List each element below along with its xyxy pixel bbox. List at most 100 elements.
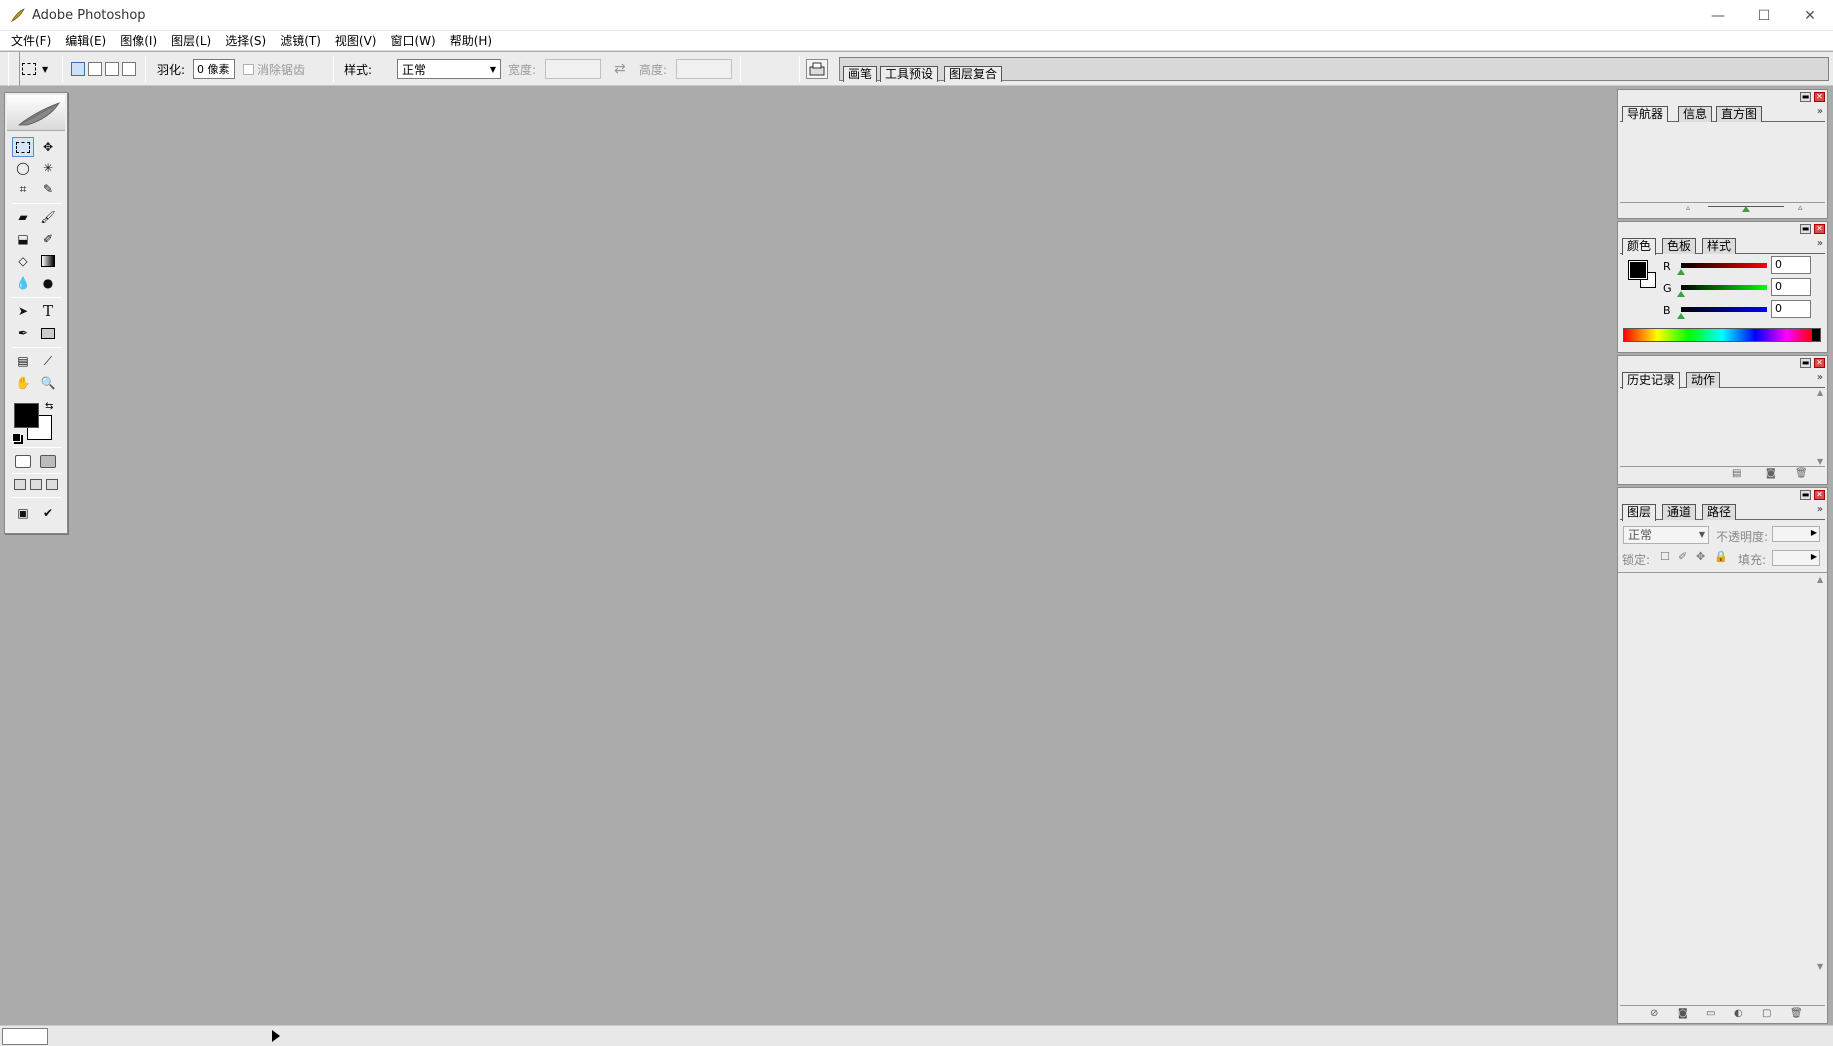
panel-menu-icon[interactable]: » <box>1817 106 1823 117</box>
eyedropper-tool[interactable]: ⟋ <box>37 351 59 371</box>
crop-tool[interactable]: ⌗ <box>12 179 34 199</box>
tab-color[interactable]: 颜色 <box>1622 238 1657 255</box>
add-to-selection-button[interactable] <box>88 62 102 76</box>
screen-mode-full-button[interactable] <box>46 479 58 490</box>
zoom-in-icon[interactable]: ▵ <box>1798 203 1803 213</box>
move-tool[interactable]: ✥ <box>37 137 59 157</box>
rect-marquee-tool[interactable] <box>12 137 34 157</box>
antialias-checkbox[interactable] <box>243 63 254 75</box>
tab-layers[interactable]: 图层 <box>1622 504 1657 521</box>
new-selection-button[interactable] <box>71 62 85 76</box>
toolbox-header[interactable] <box>7 95 65 131</box>
lock-transparent-icon[interactable]: ☐ <box>1660 550 1670 563</box>
opacity-input[interactable]: ▶ <box>1772 526 1820 542</box>
dodge-tool[interactable]: ● <box>37 273 59 293</box>
panel-close-button[interactable]: ✕ <box>1814 92 1825 102</box>
new-set-icon[interactable]: ▭ <box>1706 1008 1715 1019</box>
tab-info[interactable]: 信息 <box>1678 106 1713 122</box>
scroll-down-icon[interactable]: ▼ <box>1817 457 1823 466</box>
red-value-input[interactable]: 0 <box>1771 256 1811 274</box>
feather-input[interactable]: 0 像素 <box>193 59 235 79</box>
menu-image[interactable]: 图像(I) <box>113 32 164 49</box>
tab-histogram[interactable]: 直方图 <box>1716 106 1763 122</box>
menu-view[interactable]: 视图(V) <box>328 32 384 49</box>
style-select[interactable]: 正常 ▼ <box>397 59 501 79</box>
lock-all-icon[interactable]: 🔒 <box>1714 550 1728 563</box>
type-tool[interactable]: T <box>37 301 59 321</box>
palette-well-tab-tool-presets[interactable]: 工具预设 <box>880 66 939 82</box>
panel-menu-icon[interactable]: » <box>1817 504 1823 515</box>
link-icon[interactable]: ⊘ <box>1650 1008 1658 1019</box>
menu-help[interactable]: 帮助(H) <box>443 32 499 49</box>
scroll-up-icon[interactable]: ▲ <box>1817 575 1823 584</box>
tab-styles[interactable]: 样式 <box>1702 238 1737 254</box>
menu-select[interactable]: 选择(S) <box>218 32 273 49</box>
menu-file[interactable]: 文件(F) <box>4 32 58 49</box>
color-spectrum-bar[interactable] <box>1623 328 1821 342</box>
trash-icon[interactable]: 🗑 <box>1795 468 1808 479</box>
clone-stamp-tool[interactable]: ⬓ <box>12 229 34 249</box>
file-browser-button[interactable] <box>806 59 828 79</box>
swap-colors-icon[interactable]: ⇆ <box>45 401 53 412</box>
green-slider[interactable] <box>1681 285 1767 290</box>
add-mask-icon[interactable]: ◙ <box>1678 1008 1688 1019</box>
path-selection-tool[interactable]: ➤ <box>12 301 34 321</box>
screen-mode-menubar-button[interactable] <box>30 479 42 490</box>
palette-well-tab-brushes[interactable]: 画笔 <box>843 66 878 82</box>
standard-mode-button[interactable] <box>12 451 34 471</box>
blue-value-input[interactable]: 0 <box>1771 300 1811 318</box>
panel-close-button[interactable]: ✕ <box>1814 490 1825 500</box>
layers-scrollbar[interactable]: ▲ ▼ <box>1815 573 1827 973</box>
tool-preset-picker[interactable]: ▼ <box>22 63 48 75</box>
zoom-out-icon[interactable]: ▵ <box>1686 203 1690 212</box>
notes-tool[interactable]: ▤ <box>12 351 34 371</box>
minimize-button[interactable]: — <box>1695 0 1741 31</box>
hand-tool[interactable]: ✋ <box>12 373 34 393</box>
brush-tool[interactable]: 🖌 <box>37 207 59 227</box>
panel-minimize-button[interactable]: ▬ <box>1800 490 1811 500</box>
blur-tool[interactable]: 💧 <box>12 273 34 293</box>
color-fg-swatch[interactable] <box>1628 260 1648 280</box>
options-grip[interactable] <box>8 52 20 86</box>
magic-wand-tool[interactable]: ✳ <box>37 158 59 178</box>
maximize-button[interactable]: ☐ <box>1741 0 1787 31</box>
rectangle-tool[interactable] <box>37 323 59 343</box>
menu-window[interactable]: 窗口(W) <box>383 32 442 49</box>
red-slider[interactable] <box>1681 263 1767 268</box>
panel-close-button[interactable]: ✕ <box>1814 224 1825 234</box>
trash-icon[interactable]: 🗑 <box>1790 1008 1803 1019</box>
panel-menu-icon[interactable]: » <box>1817 238 1823 249</box>
menu-layer[interactable]: 图层(L) <box>164 32 218 49</box>
panel-minimize-button[interactable]: ▬ <box>1800 92 1811 102</box>
panel-menu-icon[interactable]: » <box>1817 372 1823 383</box>
tab-actions[interactable]: 动作 <box>1686 372 1721 388</box>
lock-image-icon[interactable]: ✐ <box>1678 550 1687 563</box>
history-brush-tool[interactable]: ✐ <box>37 229 59 249</box>
tab-channels[interactable]: 通道 <box>1662 504 1697 520</box>
panel-minimize-button[interactable]: ▬ <box>1800 358 1811 368</box>
lock-position-icon[interactable]: ✥ <box>1696 550 1705 563</box>
eraser-tool[interactable]: ◇ <box>12 251 34 271</box>
intersect-selection-button[interactable] <box>122 62 136 76</box>
subtract-from-selection-button[interactable] <box>105 62 119 76</box>
screen-mode-standard-button[interactable] <box>14 479 26 490</box>
width-input[interactable] <box>545 59 601 79</box>
lasso-tool[interactable]: ◯ <box>12 158 34 178</box>
tab-paths[interactable]: 路径 <box>1702 504 1737 520</box>
scroll-down-icon[interactable]: ▼ <box>1817 962 1823 971</box>
green-value-input[interactable]: 0 <box>1771 278 1811 296</box>
adjustment-layer-icon[interactable]: ◐ <box>1734 1008 1743 1019</box>
gradient-tool[interactable] <box>37 251 59 271</box>
pen-tool[interactable]: ✒ <box>12 323 34 343</box>
palette-well-tab-layer-comps[interactable]: 图层复合 <box>944 66 1003 82</box>
history-scrollbar[interactable]: ▲ ▼ <box>1815 388 1827 466</box>
zoom-slider-handle[interactable] <box>1742 206 1750 212</box>
height-input[interactable] <box>676 59 732 79</box>
zoom-field[interactable] <box>2 1028 48 1045</box>
panel-minimize-button[interactable]: ▬ <box>1800 224 1811 234</box>
panel-close-button[interactable]: ✕ <box>1814 358 1825 368</box>
check-icon-button[interactable]: ✔ <box>37 503 59 523</box>
blue-slider-handle[interactable] <box>1677 313 1685 319</box>
fill-input[interactable]: ▶ <box>1772 550 1820 566</box>
zoom-tool[interactable]: 🔍 <box>37 373 59 393</box>
